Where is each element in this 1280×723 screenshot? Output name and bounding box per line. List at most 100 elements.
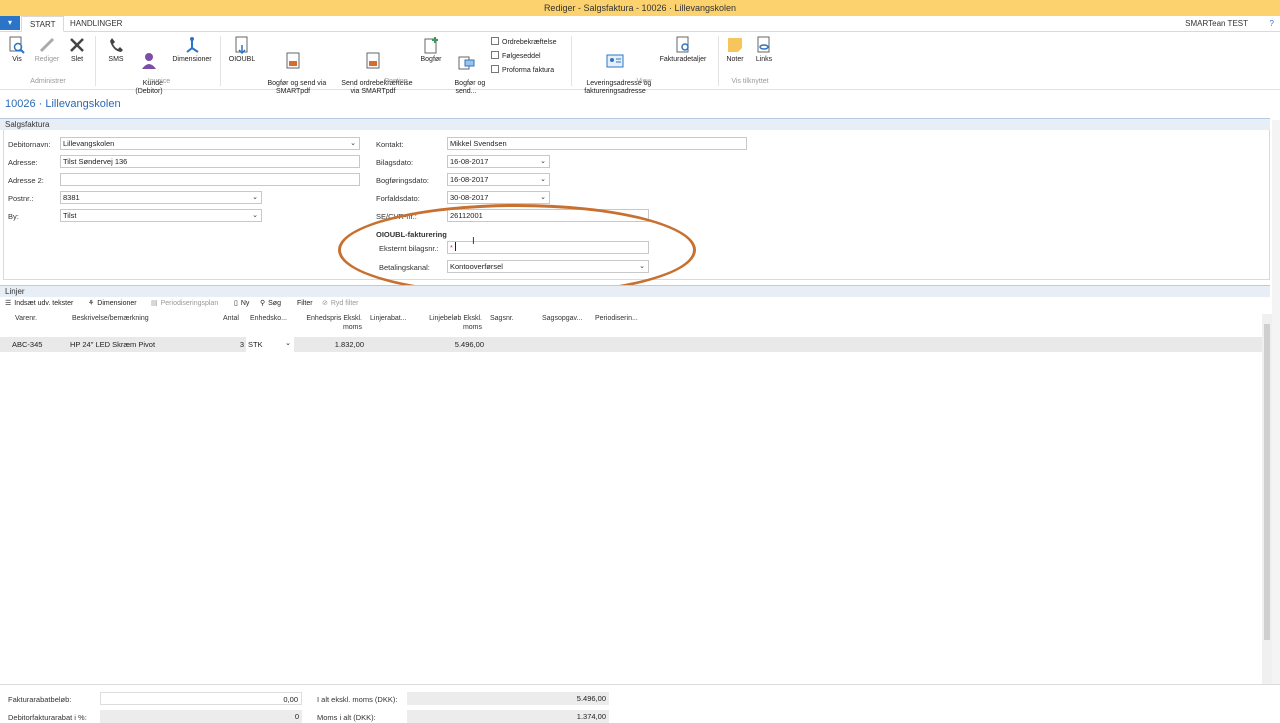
unit-dropdown[interactable]: STK ⌄	[246, 337, 294, 352]
page-scrollbar[interactable]	[1272, 120, 1280, 685]
highlight-oval	[338, 204, 696, 296]
view-button[interactable]: Vis	[6, 36, 28, 64]
table-icon: ▤	[151, 300, 158, 307]
ribbon-separator	[718, 36, 719, 86]
fakturarabat-field[interactable]: 0,00	[100, 692, 302, 705]
sms-button[interactable]: SMS	[104, 36, 128, 64]
col-header-sagsnr[interactable]: Sagsnr.	[490, 314, 514, 323]
by-field[interactable]: Tilst ⌄	[60, 209, 262, 222]
phone-icon	[110, 38, 123, 52]
insert-ext-texts-button[interactable]: ☰ Indsæt udv. tekster	[5, 299, 73, 309]
col-header-linjerabat[interactable]: Linjerabat...	[370, 314, 407, 323]
chevron-down-icon[interactable]: ⌄	[252, 210, 258, 221]
col-header-linjebelob[interactable]: Linjebeløb Ekskl. moms	[420, 314, 482, 332]
bilagsdato-field[interactable]: 16-08-2017 ⌄	[447, 155, 550, 168]
kontakt-label: Kontakt:	[376, 140, 404, 149]
section-header-salgsfaktura[interactable]: Salgsfaktura	[0, 118, 1270, 130]
window-title: Rediger - Salgsfaktura - 10026 · Lilleva…	[543, 3, 737, 13]
cell-linjebelob[interactable]: 5.496,00	[420, 340, 484, 349]
oioubl-button[interactable]: OIOUBL	[226, 36, 258, 64]
pdf-document-icon	[366, 52, 380, 69]
postnr-field[interactable]: 8381 ⌄	[60, 191, 262, 204]
chevron-down-icon[interactable]: ⌄	[540, 174, 546, 185]
group-posting: Posting	[384, 78, 408, 85]
post-button[interactable]: Bogfør	[418, 36, 444, 64]
chevron-down-icon[interactable]: ⌄	[252, 192, 258, 203]
search-button[interactable]: ⚲ Søg	[260, 299, 281, 309]
address-button[interactable]: Leveringsadresse og faktureringsadresse	[576, 36, 654, 104]
adresse2-field[interactable]	[60, 173, 360, 186]
table-row[interactable]	[0, 337, 1262, 352]
delivery-note-label: Følgeseddel	[502, 53, 541, 60]
ialt-label: I alt ekskl. moms (DKK):	[317, 695, 398, 704]
chevron-down-icon[interactable]: ⌄	[540, 156, 546, 167]
post-document-icon	[424, 37, 438, 54]
new-line-label: Ny	[240, 300, 250, 307]
ribbon-separator	[571, 36, 572, 86]
title-bar: Rediger - Salgsfaktura - 10026 · Lilleva…	[0, 0, 1280, 16]
links-label: Links	[755, 56, 773, 63]
forfaldsdato-value: 30-08-2017	[450, 193, 489, 202]
tab-handlinger[interactable]: HANDLINGER	[62, 16, 130, 32]
invoice-details-icon	[676, 36, 689, 53]
notes-button[interactable]: Noter	[722, 36, 748, 64]
search-label: Søg	[268, 300, 281, 307]
ialt-field: 5.496,00	[407, 692, 609, 705]
help-icon[interactable]: ?	[1270, 16, 1274, 32]
clear-filter-button[interactable]: ⊘ Ryd filter	[322, 299, 359, 309]
bogforingsdato-field[interactable]: 16-08-2017 ⌄	[447, 173, 550, 186]
delivery-note-button[interactable]: Følgeseddel	[491, 51, 541, 61]
accrual-plan-button[interactable]: ▤ Periodiseringsplan	[151, 299, 218, 309]
adresse-field[interactable]: Tilst Søndervej 136	[60, 155, 360, 168]
chevron-down-icon[interactable]: ⌄	[540, 192, 546, 203]
invoice-details-button[interactable]: Fakturadetaljer	[654, 36, 712, 64]
debitornavn-field[interactable]: Lillevangskolen ⌄	[60, 137, 360, 150]
lines-scrollbar-thumb[interactable]	[1264, 324, 1270, 640]
col-header-periodisering[interactable]: Periodiserin...	[595, 314, 638, 323]
section-header-linjer[interactable]: Linjer	[0, 285, 1270, 297]
col-header-enhedskode[interactable]: Enhedsko...	[250, 314, 287, 323]
filter-button[interactable]: Filter	[297, 299, 313, 309]
cell-varenr[interactable]: ABC-345	[12, 340, 42, 349]
document-icon	[491, 51, 499, 59]
col-header-sagsopgave[interactable]: Sagsopgav...	[542, 314, 582, 323]
dimensions-icon: ⚘	[88, 300, 95, 307]
kontakt-field[interactable]: Mikkel Svendsen	[447, 137, 747, 150]
cell-beskrivelse[interactable]: HP 24" LED Skræm Pivot	[70, 340, 155, 349]
send-order-confirmation-button[interactable]: Send ordrebekræftelse via SMARTpdf	[330, 36, 416, 104]
group-invoice: Invoice	[147, 78, 171, 85]
oioubl-label: OIOUBL	[228, 56, 256, 63]
forfaldsdato-field[interactable]: 30-08-2017 ⌄	[447, 191, 550, 204]
lines-dimensions-label: Dimensioner	[97, 300, 137, 307]
delete-button[interactable]: Slet	[66, 36, 88, 64]
chevron-down-icon[interactable]: ⌄	[350, 138, 356, 149]
cell-enhedspris[interactable]: 1.832,00	[300, 340, 364, 349]
order-confirmation-button[interactable]: Ordrebekræftelse	[491, 37, 556, 47]
col-header-varenr[interactable]: Varenr.	[15, 314, 37, 323]
cell-antal[interactable]: 3	[230, 340, 244, 349]
chevron-down-icon[interactable]: ⌄	[285, 339, 291, 347]
delete-x-icon	[70, 38, 84, 52]
customer-button[interactable]: Kunde (Debitor)	[131, 36, 167, 104]
links-button[interactable]: Links	[752, 36, 776, 64]
dimensions-button[interactable]: Dimensioner	[169, 36, 215, 64]
app-menu-button[interactable]: ▾	[0, 16, 20, 30]
proforma-invoice-label: Proforma faktura	[502, 67, 555, 74]
edit-button[interactable]: Rediger	[32, 36, 62, 64]
col-header-beskrivelse[interactable]: Beskrivelse/bemærkning	[72, 314, 149, 323]
view-label: Vis	[12, 56, 22, 63]
col-header-enhedspris[interactable]: Enhedspris Ekskl. moms	[300, 314, 362, 332]
adresse-label: Adresse:	[8, 158, 38, 167]
insert-ext-texts-label: Indsæt udv. tekster	[14, 300, 74, 307]
post-and-send-button[interactable]: Bogfør og send...	[446, 36, 486, 104]
ribbon-separator	[95, 36, 96, 86]
tab-start[interactable]: START	[21, 16, 65, 32]
debitornavn-label: Debitornavn:	[8, 140, 51, 149]
postnr-label: Postnr.:	[8, 194, 34, 203]
proforma-invoice-button[interactable]: Proforma faktura	[491, 65, 554, 75]
post-send-smartpdf-button[interactable]: Bogfør og send via SMARTpdf	[258, 36, 328, 104]
new-line-button[interactable]: ▯ Ny	[234, 299, 249, 309]
lines-dimensions-button[interactable]: ⚘ Dimensioner	[88, 299, 137, 309]
col-header-antal[interactable]: Antal	[223, 314, 239, 323]
document-icon	[491, 37, 499, 45]
